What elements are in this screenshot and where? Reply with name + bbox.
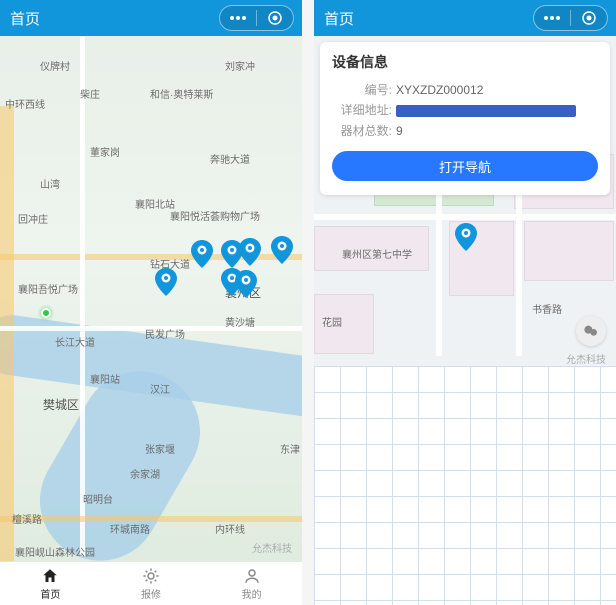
tab-profile[interactable]: 我的 xyxy=(201,562,302,605)
ellipsis-icon xyxy=(543,15,561,21)
map-place-label: 和信·奥特莱斯 xyxy=(150,86,213,101)
map-place-label: 内环线 xyxy=(215,521,245,536)
map-block xyxy=(314,294,374,354)
map-block xyxy=(314,226,429,271)
road xyxy=(0,326,302,331)
capsule-close-button[interactable] xyxy=(571,6,607,30)
tab-label: 报修 xyxy=(141,586,161,601)
right-header: 首页 xyxy=(314,0,616,36)
map-place-label: 仪牌村 xyxy=(40,58,70,73)
road xyxy=(0,106,14,561)
device-count-value: 9 xyxy=(396,121,598,141)
map-place-label: 刘家冲 xyxy=(225,58,255,73)
left-map[interactable]: 仪牌村刘家冲柴庄和信·奥特莱斯董家岗山湾回冲庄襄阳北站襄阳悦活荟购物广场钻石大道… xyxy=(0,36,302,561)
right-header-title: 首页 xyxy=(324,8,354,29)
map-place-label: 董家岗 xyxy=(90,144,120,159)
tab-label: 首页 xyxy=(40,586,60,601)
device-id-value: XYXZDZ000012 xyxy=(396,80,598,100)
map-place-label: 襄阳北站 xyxy=(135,196,175,211)
miniapp-capsule xyxy=(219,5,294,31)
ellipsis-icon xyxy=(229,15,247,21)
tab-home[interactable]: 首页 xyxy=(0,562,101,605)
road xyxy=(314,214,616,220)
map-marker[interactable] xyxy=(271,236,293,264)
device-address-row: 详细地址: xyxy=(332,100,598,120)
target-icon xyxy=(267,10,283,26)
map-place-label: 东津 xyxy=(280,441,300,456)
map-marker[interactable] xyxy=(191,240,213,268)
map-block xyxy=(524,221,614,281)
redacted-address xyxy=(396,105,576,117)
device-id-row: 编号: XYXZDZ000012 xyxy=(332,80,598,100)
tab-label: 我的 xyxy=(242,586,262,601)
map-marker[interactable] xyxy=(455,223,477,251)
tab-bar: 首页 报修 我的 xyxy=(0,561,302,605)
map-marker[interactable] xyxy=(235,270,257,298)
repair-icon xyxy=(142,567,160,585)
map-float-button[interactable] xyxy=(576,316,606,346)
device-info-title: 设备信息 xyxy=(332,52,598,72)
watermark-text: 允杰科技 xyxy=(252,540,292,555)
current-location-dot xyxy=(41,308,51,318)
map-place-label: 回冲庄 xyxy=(18,211,48,226)
open-navigation-button[interactable]: 打开导航 xyxy=(332,151,598,181)
device-count-label: 器材总数: xyxy=(332,121,392,141)
user-icon xyxy=(243,567,261,585)
capsule-close-button[interactable] xyxy=(257,6,293,30)
map-marker[interactable] xyxy=(155,268,177,296)
road xyxy=(0,516,302,522)
capsule-menu-button[interactable] xyxy=(534,6,570,30)
left-phone-screen: 首页 仪牌村刘家冲柴庄和信·奥特莱斯董家岗山湾回冲庄襄阳北站襄阳悦活荟购物广场钻… xyxy=(0,0,302,605)
device-address-label: 详细地址: xyxy=(332,100,392,120)
road xyxy=(80,36,85,556)
map-place-label: 奔驰大道 xyxy=(210,151,250,166)
watermark-text: 允杰科技 xyxy=(566,351,606,366)
left-header-title: 首页 xyxy=(10,8,40,29)
wechat-icon xyxy=(583,323,599,339)
device-count-row: 器材总数: 9 xyxy=(332,121,598,141)
home-icon xyxy=(41,567,59,585)
tab-repair[interactable]: 报修 xyxy=(101,562,202,605)
map-place-label: 襄阳悦活荟购物广场 xyxy=(170,208,260,223)
capsule-menu-button[interactable] xyxy=(220,6,256,30)
map-place-label: 山湾 xyxy=(40,176,60,191)
map-place-label: 樊城区 xyxy=(43,396,79,413)
right-phone-screen: 首页 允杰科技 民发世界城3学院派惠民小区襄州区第七中学书香路花园 设备信息 xyxy=(314,0,616,605)
map-marker[interactable] xyxy=(239,238,261,266)
device-info-card: 设备信息 编号: XYXZDZ000012 详细地址: 器材总数: 9 打开导航 xyxy=(320,42,610,195)
left-header: 首页 xyxy=(0,0,302,36)
nav-button-label: 打开导航 xyxy=(439,157,491,176)
device-address-value xyxy=(396,100,598,120)
grid-area xyxy=(314,366,616,605)
map-place-label: 襄阳吾悦广场 xyxy=(18,281,78,296)
device-id-label: 编号: xyxy=(332,80,392,100)
target-icon xyxy=(581,10,597,26)
miniapp-capsule xyxy=(533,5,608,31)
